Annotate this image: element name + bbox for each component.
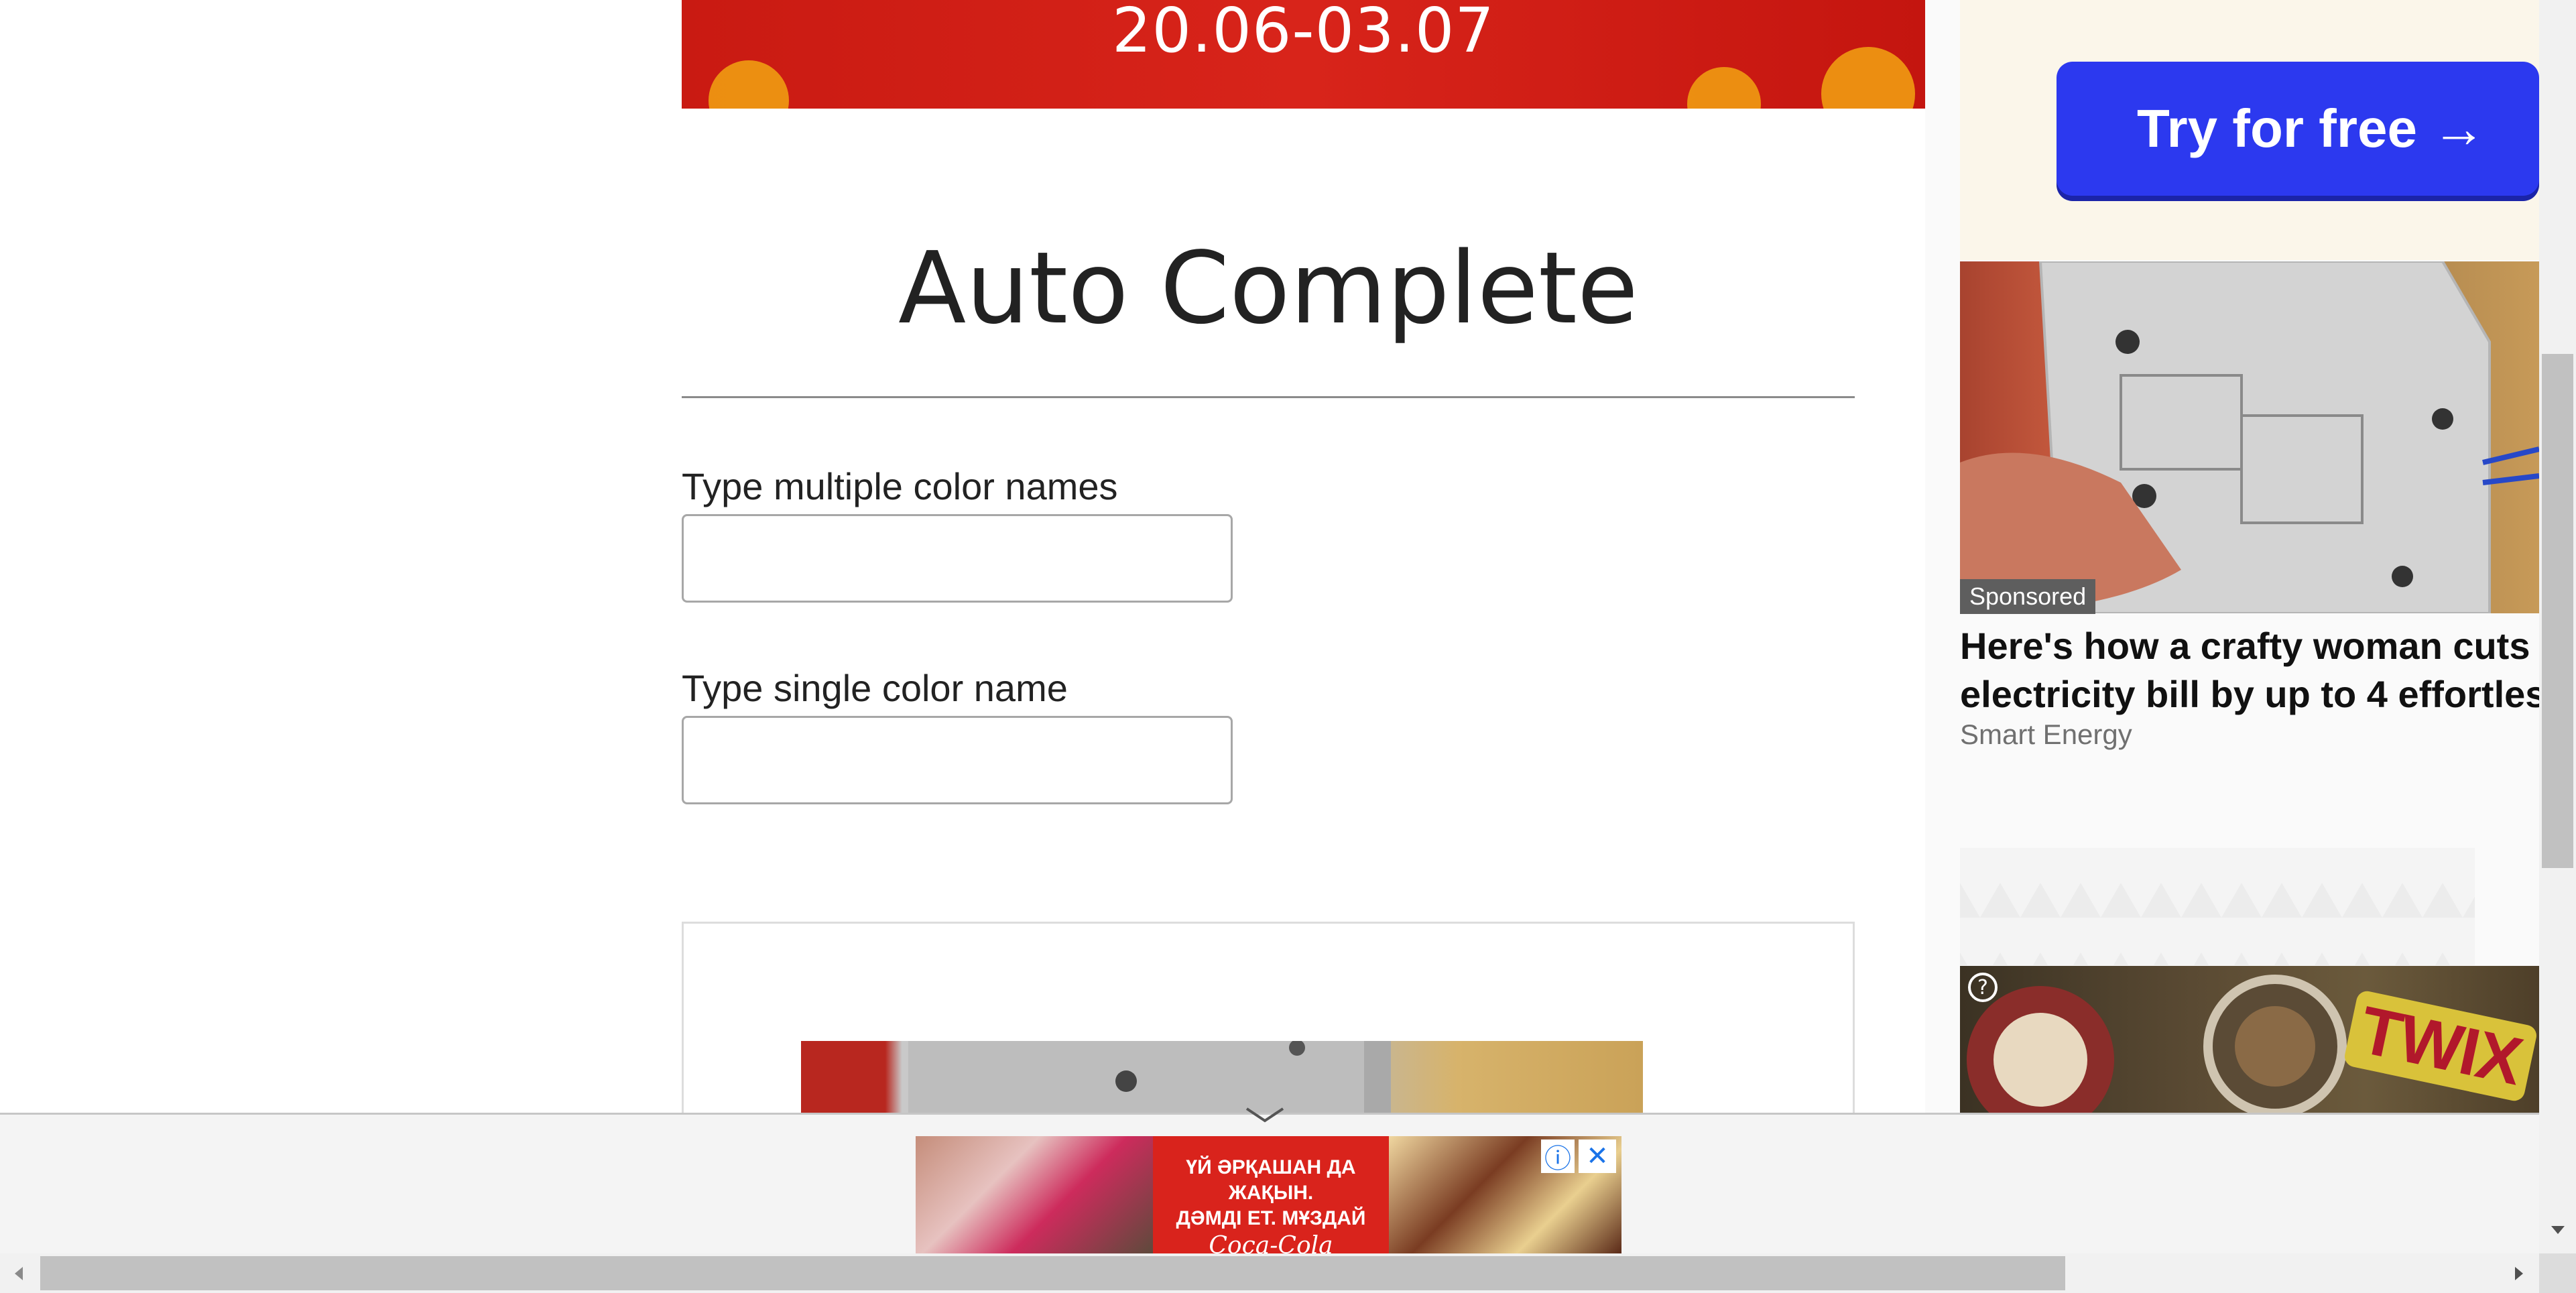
bottom-ad-banner[interactable]: ҮЙ ӘРҚАШАН ДА ЖАҚЫН. ДӘМДІ ЕТ. МҰЗДАЙ Co… xyxy=(916,1136,1621,1253)
scroll-left-arrow-icon[interactable] xyxy=(0,1253,37,1293)
ad-slogan-line-1: ҮЙ ӘРҚАШАН ДА ЖАҚЫН. xyxy=(1186,1156,1356,1204)
sponsored-badge: Sponsored xyxy=(1960,579,2096,614)
coca-cola-logo: Coca-Cola xyxy=(1209,1232,1333,1253)
multiple-colors-label: Type multiple color names xyxy=(682,465,1118,507)
single-color-label: Type single color name xyxy=(682,667,1068,709)
vertical-scrollbar-thumb[interactable] xyxy=(2542,354,2573,868)
sponsored-headline[interactable]: Here's how a crafty woman cuts electrici… xyxy=(1960,622,2539,719)
ad-slogan: ҮЙ ӘРҚАШАН ДА ЖАҚЫН. ДӘМДІ ЕТ. МҰЗДАЙ Co… xyxy=(1153,1136,1389,1253)
headline-line-2[interactable]: electricity bill by up to 4 effortles xyxy=(1960,670,2539,719)
ad-help-icon[interactable]: ? xyxy=(1968,973,1998,1002)
ad-pattern-block xyxy=(1960,848,2475,965)
ad-info-icon[interactable]: ⓘ xyxy=(1541,1140,1575,1174)
ad-image-girl-cola xyxy=(916,1136,1153,1253)
chevron-down-icon[interactable] xyxy=(1241,1105,1288,1125)
headline-line-1[interactable]: Here's how a crafty woman cuts xyxy=(1960,622,2539,670)
scrollbar-corner xyxy=(2539,1253,2576,1293)
banner-dates: 20.06-03.07 xyxy=(1112,0,1495,66)
info-glyph: ⓘ xyxy=(1544,1144,1571,1174)
promo-banner[interactable]: 20.06-03.07 xyxy=(682,0,1925,109)
scroll-right-arrow-icon[interactable] xyxy=(2500,1253,2537,1293)
page-title: Auto Complete xyxy=(898,231,1638,346)
ad-slogan-line-2: ДӘМДІ ЕТ. МҰЗДАЙ xyxy=(1176,1207,1366,1229)
multiple-colors-input[interactable] xyxy=(682,514,1233,603)
twix-ad[interactable]: ? TWIX xyxy=(1960,966,2539,1113)
circuit-breaker-photo xyxy=(1960,261,2539,613)
sponsored-source[interactable]: Smart Energy xyxy=(1960,719,2132,751)
card-ad-image[interactable] xyxy=(801,1041,1643,1123)
sponsored-image[interactable] xyxy=(1960,261,2539,613)
breaker-illustration xyxy=(908,1041,1391,1123)
single-color-input[interactable] xyxy=(682,716,1233,804)
scroll-down-arrow-icon[interactable] xyxy=(2539,1217,2576,1243)
horizontal-scrollbar-thumb[interactable] xyxy=(40,1256,2065,1290)
close-icon: ✕ xyxy=(1586,1141,1609,1172)
title-divider xyxy=(682,396,1855,398)
try-for-free-button[interactable]: Try for free → xyxy=(2057,62,2539,196)
close-ad-button[interactable]: ✕ xyxy=(1579,1140,1616,1173)
